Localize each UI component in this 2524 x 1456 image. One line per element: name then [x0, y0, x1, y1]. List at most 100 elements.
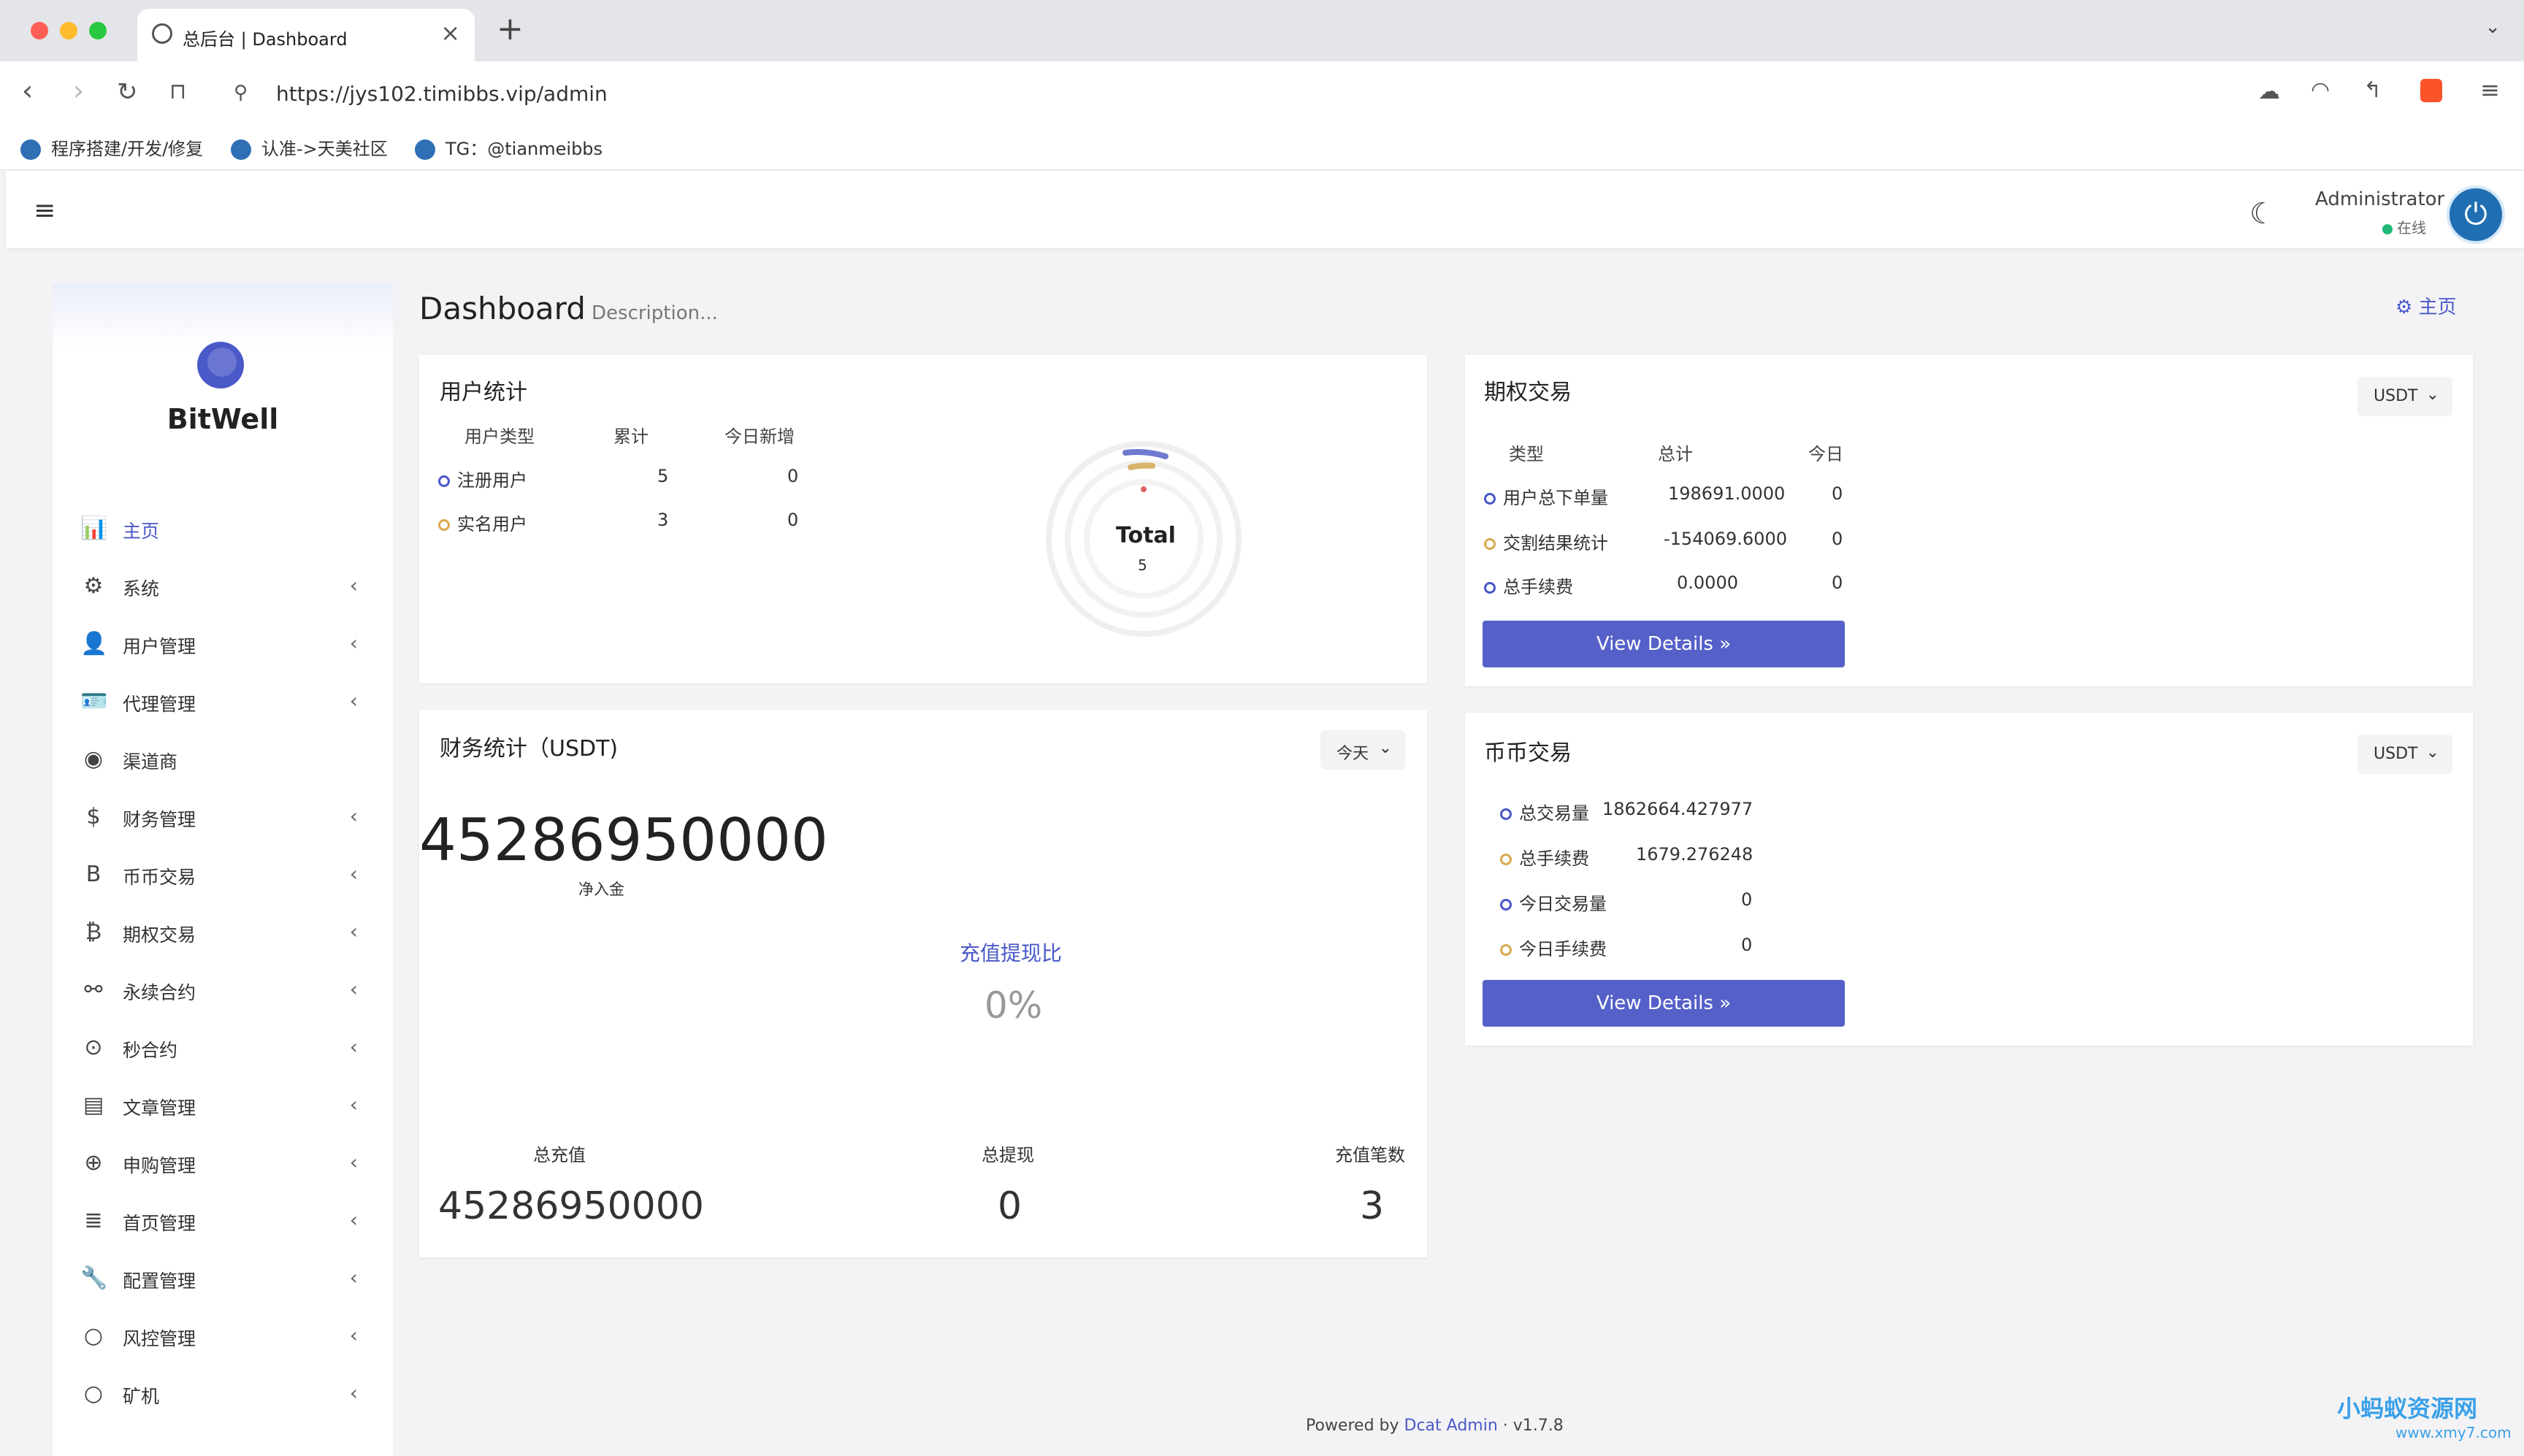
- sidebar-item[interactable]: ₿ 期权交易 ‹: [53, 905, 393, 957]
- sidebar-item[interactable]: 👤 用户管理 ‹: [53, 616, 393, 669]
- sidebar-item[interactable]: B 币币交易 ‹: [53, 847, 393, 900]
- dark-mode-icon[interactable]: ☾: [2249, 197, 2276, 231]
- currency-select[interactable]: USDT ⌄: [2357, 735, 2452, 774]
- sidebar-item[interactable]: ⚯ 永续合约 ‹: [53, 962, 393, 1015]
- card-title: 财务统计（USDT): [440, 736, 619, 762]
- url-field[interactable]: ⚲ https://jys102.timibbs.vip/admin: [218, 73, 2219, 114]
- sidebar-item[interactable]: ≣ 首页管理 ‹: [53, 1193, 393, 1246]
- bookmark-item[interactable]: 程序搭建/开发/修复: [20, 134, 203, 160]
- table-cell: 198691.0000: [1668, 483, 1786, 504]
- chevron-left-icon: ‹: [349, 631, 358, 655]
- forward-icon[interactable]: ›: [73, 74, 84, 107]
- sidebar-item[interactable]: 📊 主页: [53, 501, 393, 553]
- bookmark-item[interactable]: TG：@tianmeibbs: [415, 134, 603, 160]
- avatar[interactable]: ⏻: [2447, 185, 2505, 244]
- list-value: 0: [1741, 935, 1753, 955]
- browser-tab[interactable]: 总后台 | Dashboard ×: [137, 9, 475, 61]
- new-tab-button[interactable]: +: [497, 10, 524, 47]
- user-name[interactable]: Administrator: [2315, 188, 2444, 210]
- sidebar-item-label: 永续合约: [123, 982, 196, 1003]
- card-title: 币币交易: [1484, 740, 1572, 766]
- table-cell: 0: [1832, 572, 1843, 593]
- link-icon: ⚯: [84, 977, 103, 1003]
- sidebar-item[interactable]: ◉ 渠道商: [53, 732, 393, 784]
- bookmark-icon[interactable]: ⊓: [169, 79, 186, 104]
- dashboard-icon: ⚙: [2395, 296, 2419, 318]
- sidebar-item[interactable]: $ 财务管理 ‹: [53, 789, 393, 842]
- chevron-left-icon: ‹: [349, 804, 358, 828]
- sidebar-toggle-icon[interactable]: ≡: [34, 196, 56, 226]
- brave-shield-icon[interactable]: [2420, 79, 2442, 102]
- sidebar-wave-decoration: [53, 283, 393, 349]
- back-icon[interactable]: ‹: [22, 74, 33, 107]
- browser-menu-icon[interactable]: ≡: [2480, 76, 2500, 104]
- sidebar-item[interactable]: ⊕ 申购管理 ‹: [53, 1135, 393, 1188]
- sidebar-item-label: 币币交易: [123, 867, 196, 888]
- dcat-admin-link[interactable]: Dcat Admin: [1404, 1417, 1498, 1435]
- total-deposit-value: 45286950000: [438, 1184, 704, 1228]
- donut-segment-verified: [1128, 462, 1155, 470]
- table-cell: 5: [657, 466, 669, 486]
- column-header: 今日新增: [724, 426, 795, 447]
- cloud-icon[interactable]: ☁: [2258, 79, 2280, 104]
- circle-icon: ○: [83, 1381, 104, 1406]
- sidebar-item[interactable]: 🪪 代理管理 ‹: [53, 674, 393, 727]
- tab-close-button[interactable]: ×: [440, 19, 460, 47]
- deposit-count-label: 充值笔数: [1335, 1145, 1405, 1165]
- coin-trade-card: 币币交易 USDT ⌄ 总交易量 1862664.427977 总手续费 1679…: [1465, 713, 2473, 1046]
- period-select[interactable]: 今天 ⌄: [1320, 730, 1405, 770]
- column-header: 总计: [1658, 444, 1693, 464]
- sidebar-item[interactable]: ○ 风控管理 ‹: [53, 1309, 393, 1361]
- table-cell: 3: [657, 510, 669, 530]
- bookmark-favicon-icon: [231, 139, 251, 160]
- view-details-button[interactable]: View Details »: [1483, 621, 1845, 667]
- list-value: 0: [1741, 889, 1753, 910]
- maximize-window-button[interactable]: [89, 22, 107, 39]
- finance-stats-card: 财务统计（USDT) 今天 ⌄ 45286950000 净入金 充值提现比 0% …: [419, 710, 1427, 1257]
- close-window-button[interactable]: [31, 22, 48, 39]
- column-header: 用户类型: [464, 426, 535, 447]
- sidebar-item-label: 渠道商: [123, 751, 178, 773]
- sidebar-item[interactable]: ⊙ 秒合约 ‹: [53, 1020, 393, 1073]
- sidebar-item-label: 秒合约: [123, 1040, 178, 1061]
- reload-icon[interactable]: ↻: [117, 77, 138, 107]
- sidebar-item[interactable]: ○ 矿机 ‹: [53, 1366, 393, 1419]
- currency-select[interactable]: USDT ⌄: [2357, 377, 2452, 416]
- bookmark-item[interactable]: 认准->天美社区: [231, 134, 388, 160]
- sidebar-item[interactable]: 🔧 配置管理 ‹: [53, 1251, 393, 1303]
- total-withdraw-label: 总提现: [982, 1145, 1034, 1165]
- tab-list-chevron-icon[interactable]: ⌄: [2485, 16, 2501, 38]
- chevron-left-icon: ‹: [349, 919, 358, 943]
- id-card-icon: 🪪: [80, 689, 108, 714]
- chevron-down-icon: ⌄: [2425, 743, 2439, 762]
- sidebar-item[interactable]: ⚙ 系统 ‹: [53, 559, 393, 611]
- bar-chart-icon: 📊: [80, 516, 108, 541]
- circle-icon: ○: [83, 1323, 104, 1349]
- sidebar-item-label: 用户管理: [123, 636, 196, 657]
- table-cell: 0: [787, 510, 799, 530]
- donut-center-label: Total: [1116, 523, 1176, 548]
- page-description: Description...: [592, 302, 718, 324]
- minimize-window-button[interactable]: [60, 22, 77, 39]
- bookmarks-bar: 程序搭建/开发/修复 认准->天美社区 TG：@tianmeibbs: [0, 126, 2524, 170]
- target-icon: ⊙: [84, 1035, 103, 1060]
- legend-ring-icon: [1484, 582, 1496, 594]
- watermark-url: www.xmy7.com: [2395, 1424, 2512, 1441]
- user-circle-icon: ◉: [83, 746, 104, 772]
- column-header: 累计: [613, 426, 649, 447]
- view-details-button[interactable]: View Details »: [1483, 980, 1845, 1027]
- legend-ring-icon: [1500, 899, 1512, 911]
- chevron-left-icon: ‹: [349, 1092, 358, 1116]
- sidebar-item-label: 期权交易: [123, 924, 196, 946]
- chevron-left-icon: ‹: [349, 1208, 358, 1232]
- url-text: https://jys102.timibbs.vip/admin: [276, 82, 608, 106]
- site-settings-icon[interactable]: ⚲: [234, 82, 248, 104]
- share-icon[interactable]: ↰: [2363, 77, 2382, 103]
- user-icon: 👤: [80, 631, 108, 656]
- globe-icon: [152, 23, 172, 44]
- legend-ring-icon: [1484, 493, 1496, 505]
- breadcrumb-home-link[interactable]: ⚙ 主页: [2395, 292, 2457, 319]
- legend-ring-icon: [1484, 538, 1496, 550]
- sidebar: BitWell 📊 主页 ⚙ 系统 ‹ 👤 用户管理 ‹ 🪪 代理管理 ‹ ◉ 渠道商 $ 财务管理 ‹ B 币币…: [53, 283, 393, 1456]
- sidebar-item[interactable]: ▤ 文章管理 ‹: [53, 1078, 393, 1130]
